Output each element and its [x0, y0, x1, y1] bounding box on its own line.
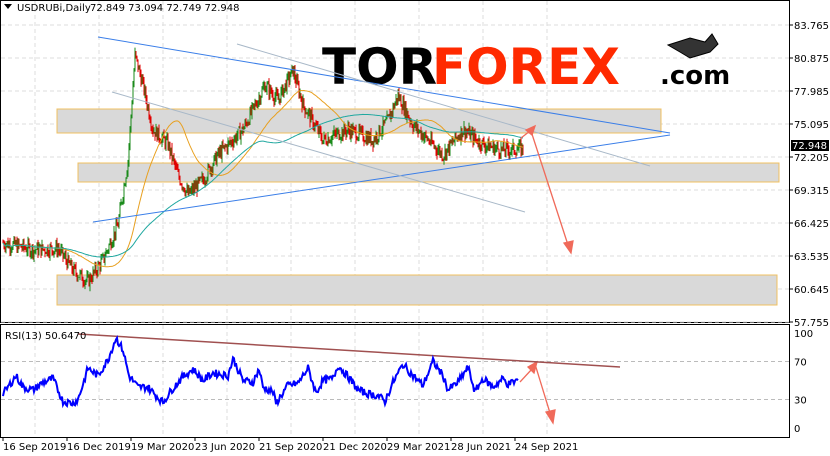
time-tick-label: 21 Sep 2020 [259, 442, 322, 453]
time-axis: 16 Sep 2019 16 Dec 2019 19 Mar 2020 23 Jun … [2, 437, 578, 453]
time-tick-label: 16 Sep 2019 [3, 442, 66, 453]
support-zone [77, 162, 780, 183]
time-tick-label: 16 Dec 2019 [67, 442, 131, 453]
rsi-title: RSI(13) 50.6470 [5, 331, 86, 342]
chart-window: TOR FOREX .com 72.948 83.765 80.875 77.985… [0, 0, 830, 456]
price-tick-label: 80.875 [794, 54, 829, 65]
rsi-tick-label: 100 [794, 329, 813, 340]
lower-support-zone [56, 274, 778, 306]
logo-com: .com [660, 61, 730, 91]
rsi-tick-label: 0 [794, 424, 800, 435]
time-tick-label: 19 Mar 2020 [131, 442, 194, 453]
price-tick-label: 77.985 [794, 87, 829, 98]
triangle-down-icon[interactable] [4, 4, 12, 9]
logo-tor: TOR [322, 38, 437, 96]
price-tick-label: 72.205 [794, 153, 829, 164]
logo-forex: FOREX [432, 38, 620, 96]
time-tick-label: 24 Sep 2021 [515, 442, 578, 453]
price-tick-label: 57.755 [794, 318, 829, 329]
rsi-tick-label: 70 [794, 358, 807, 369]
time-tick-label: 23 Jun 2020 [195, 442, 255, 453]
price-axis: 83.765 80.875 77.985 75.095 72.205 69.315 66.4… [789, 21, 829, 329]
time-tick-label: 21 Dec 2020 [323, 442, 387, 453]
ohlc-label: 72.849 73.094 72.749 72.948 [90, 3, 240, 14]
arrow-down-icon [562, 240, 574, 255]
chart-svg: TOR FOREX .com 72.948 83.765 80.875 77.985… [0, 0, 829, 453]
rsi-axis: 100 70 30 0 [794, 329, 813, 435]
price-tick-label: 75.095 [794, 120, 829, 131]
symbol-label: USDRUBi,Daily [17, 3, 91, 14]
rsi-trendline [77, 333, 621, 368]
price-tick-label: 63.535 [794, 252, 829, 263]
bull-icon [666, 33, 719, 59]
price-tick-label: 66.425 [794, 219, 829, 230]
price-tick-label: 60.645 [794, 285, 829, 296]
price-tick-label: 69.315 [794, 186, 829, 197]
time-tick-label: 28 Jun 2021 [451, 442, 511, 453]
last-price-label: 72.948 [792, 141, 827, 152]
price-tick-label: 83.765 [794, 21, 829, 32]
time-tick-label: 29 Mar 2021 [387, 442, 450, 453]
rsi-tick-label: 30 [794, 396, 807, 407]
rsi-line [2, 335, 519, 409]
